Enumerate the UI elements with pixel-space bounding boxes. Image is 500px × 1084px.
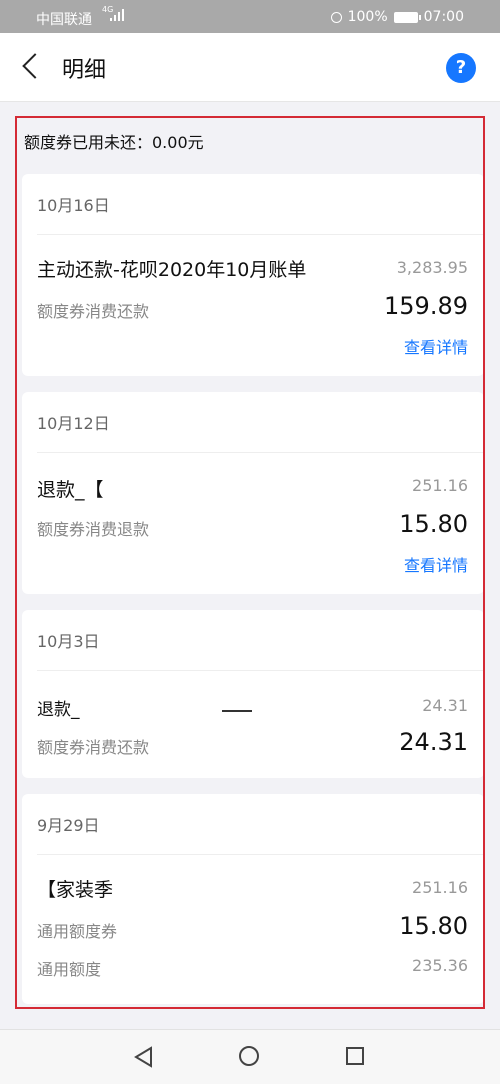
nav-back-icon[interactable]	[133, 1046, 155, 1068]
record-total: 24.31	[422, 696, 468, 715]
divider	[37, 452, 483, 453]
record-card[interactable]: 10月16日 主动还款-花呗2020年10月账单 3,283.95 额度券消费还…	[22, 174, 483, 376]
help-icon[interactable]: ?	[446, 53, 476, 83]
divider	[37, 670, 483, 671]
nav-recent-apps-icon[interactable]	[346, 1047, 364, 1065]
carrier-name: 中国联通	[36, 12, 92, 28]
record-amount: 15.80	[399, 510, 468, 538]
back-arrow-icon[interactable]	[16, 51, 48, 83]
record-date: 10月12日	[37, 414, 110, 433]
record-amount: 24.31	[399, 728, 468, 756]
system-nav-bar	[0, 1029, 500, 1084]
record-sub-label: 额度券消费退款	[37, 520, 150, 539]
header: 明细 ?	[0, 33, 500, 102]
page-title: 明细	[62, 58, 107, 83]
battery-icon	[393, 11, 421, 23]
record-date: 10月16日	[37, 196, 110, 215]
record-date: 10月3日	[37, 632, 100, 651]
record-card[interactable]: 9月29日 【家装季 251.16 通用额度券 15.80 通用额度 235.3…	[22, 794, 483, 1004]
record-total: 251.16	[412, 476, 468, 495]
redaction-mask	[117, 484, 217, 496]
divider	[37, 854, 483, 855]
record-total: 3,283.95	[396, 258, 468, 277]
nav-home-icon[interactable]	[239, 1046, 259, 1066]
redaction-mark	[222, 710, 252, 712]
redaction-mask	[152, 887, 362, 899]
record-amount: 159.89	[384, 292, 468, 320]
record-sub-label: 通用额度券	[37, 922, 118, 941]
battery-percent: 100%	[347, 9, 388, 25]
record-date: 9月29日	[37, 816, 100, 835]
summary-text: 额度券已用未还：0.00元	[24, 133, 204, 152]
signal-icon	[110, 9, 124, 21]
alarm-icon	[330, 11, 342, 23]
record-name: 【家装季	[37, 879, 114, 901]
record-name: 退款_	[37, 700, 80, 720]
record-card[interactable]: 10月3日 退款_ 24.31 额度券消费还款 24.31	[22, 610, 483, 778]
view-details-link[interactable]: 查看详情	[404, 334, 468, 358]
record-card[interactable]: 10月12日 退款_【 251.16 额度券消费退款 15.80 查看详情	[22, 392, 483, 594]
clock: 07:00	[423, 9, 464, 25]
record-amount-2: 235.36	[412, 956, 468, 975]
record-name: 退款_【	[37, 479, 104, 501]
record-sub-label: 额度券消费还款	[37, 302, 150, 321]
record-total: 251.16	[412, 878, 468, 897]
record-sub-label: 额度券消费还款	[37, 738, 150, 757]
record-sub-label-2: 通用额度	[37, 960, 102, 979]
highlight-frame: 额度券已用未还：0.00元 10月16日 主动还款-花呗2020年10月账单 3…	[15, 116, 485, 1009]
record-name: 主动还款-花呗2020年10月账单	[37, 259, 307, 281]
divider	[37, 234, 483, 235]
view-details-link[interactable]: 查看详情	[404, 552, 468, 576]
detail-content: 额度券已用未还：0.00元 10月16日 主动还款-花呗2020年10月账单 3…	[0, 102, 500, 1029]
status-bar: 中国联通 4G 100% 07:00	[0, 0, 500, 33]
record-amount: 15.80	[399, 912, 468, 940]
